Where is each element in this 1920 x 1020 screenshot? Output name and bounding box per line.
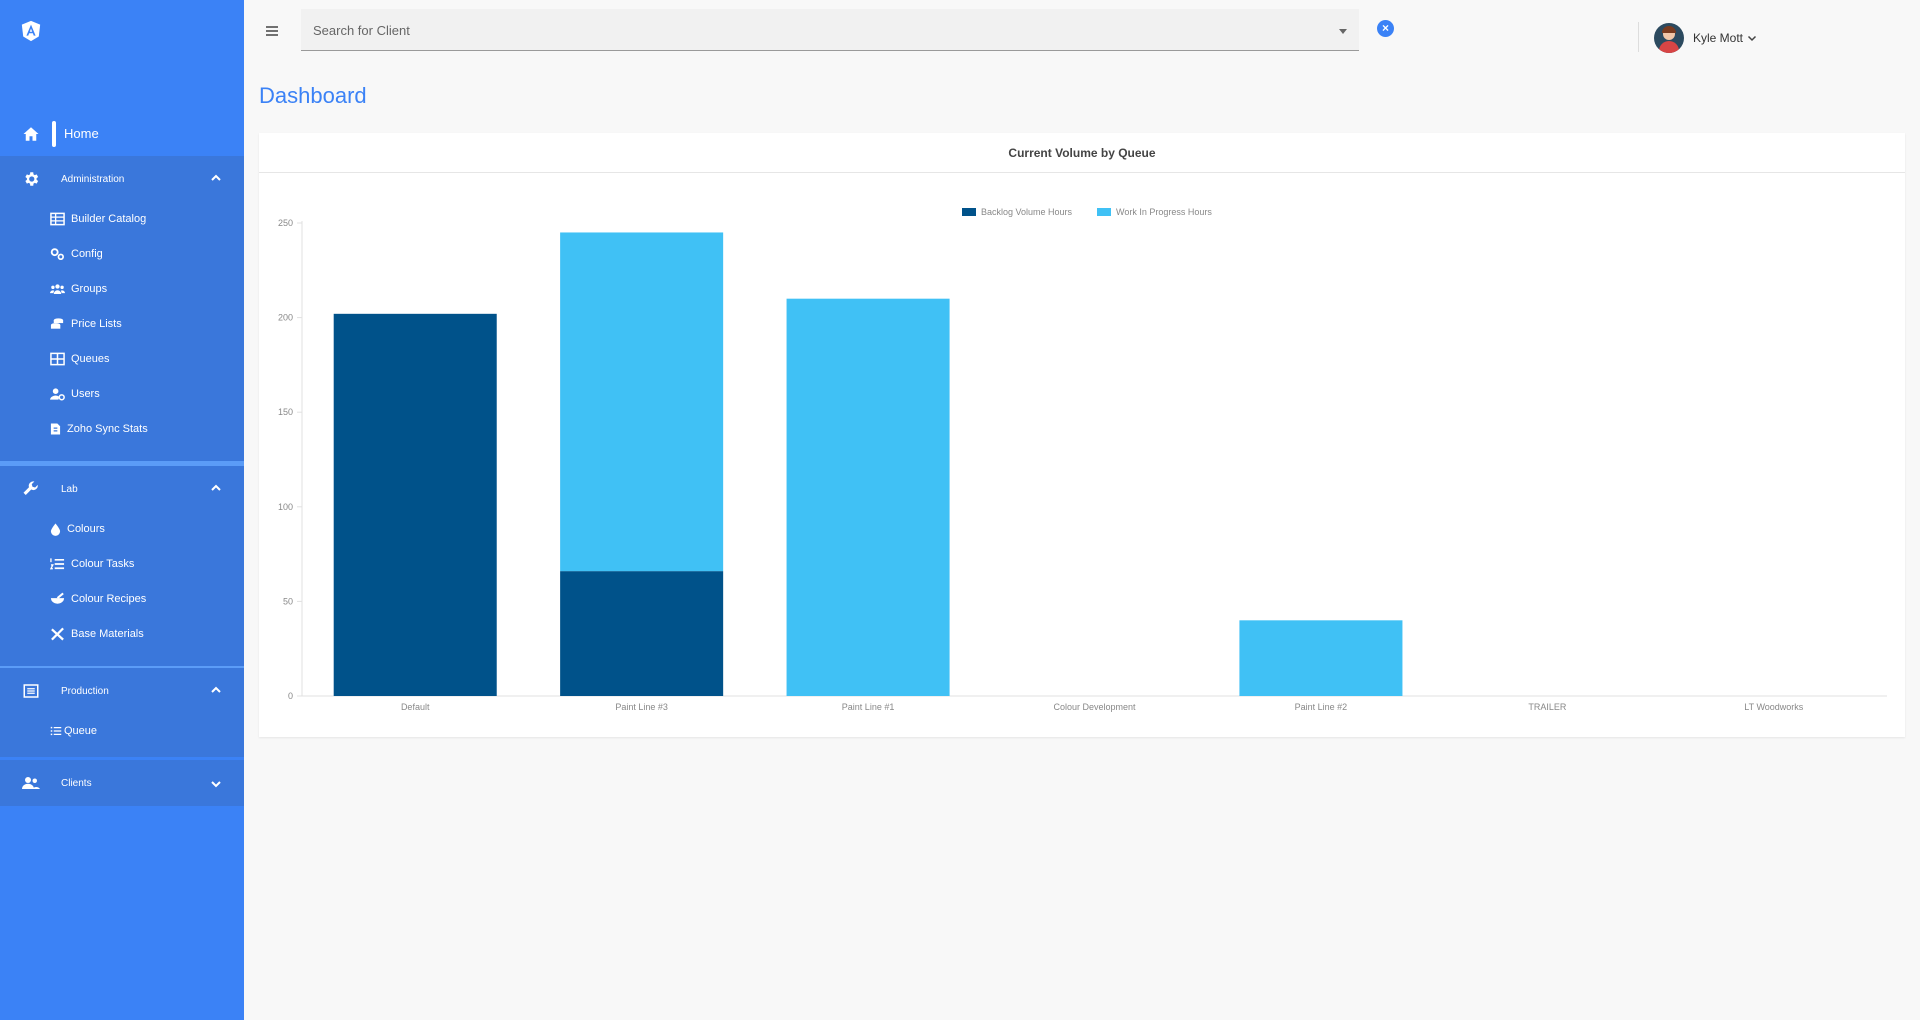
sidebar-item-colour-tasks[interactable]: Colour Tasks: [0, 547, 244, 582]
search-input[interactable]: [313, 19, 1293, 41]
bar-wip: [1239, 620, 1403, 696]
sidebar-item-label: Colour Tasks: [71, 558, 135, 570]
sidebar-section-label: Production: [61, 686, 109, 697]
sidebar-item-price-lists[interactable]: Price Lists: [0, 307, 244, 342]
active-indicator: [52, 121, 56, 147]
sidebar-section-header-production[interactable]: Production: [0, 668, 244, 714]
chevron-up-icon: [211, 686, 221, 693]
sidebar-section-lab: Lab Colours Colour Tasks Colour Recipes …: [0, 466, 244, 674]
bar-backlog: [560, 571, 724, 696]
bar-chart: 0 50 100 150 200 250 Default Paint Line #3 Paint…: [278, 207, 1887, 712]
sidebar-section-label: Lab: [61, 484, 78, 495]
grid-icon: [50, 352, 65, 366]
sidebar-section-header-administration[interactable]: Administration: [0, 156, 244, 202]
sidebar-section-production: Production Queue: [0, 668, 244, 757]
coins-icon: [50, 318, 64, 329]
bar-wip: [560, 232, 724, 572]
legend-label: Work In Progress Hours: [1116, 207, 1212, 217]
x-tick-label: LT Woodworks: [1744, 702, 1804, 712]
y-tick-label: 0: [288, 691, 293, 701]
sidebar-item-home[interactable]: Home: [0, 115, 244, 153]
tools-icon: [51, 627, 64, 641]
sidebar-item-label: Groups: [71, 283, 108, 295]
mortar-pestle-icon: [50, 592, 65, 604]
sidebar-item-label: Builder Catalog: [71, 213, 147, 225]
legend-label: Backlog Volume Hours: [981, 207, 1073, 217]
chevron-up-icon: [211, 174, 221, 181]
y-tick-label: 100: [278, 502, 293, 512]
sidebar-item-label: Queue: [64, 725, 98, 737]
user-cog-icon: [50, 388, 65, 401]
sidebar-item-label: Base Materials: [71, 628, 144, 640]
user-name: Kyle Mott: [1693, 31, 1744, 45]
chart-card: Current Volume by Queue 0 50 100 150 200 250 D…: [259, 133, 1905, 737]
x-tick-label: Default: [401, 702, 430, 712]
sidebar-item-config[interactable]: Config: [0, 237, 244, 272]
chevron-down-icon[interactable]: [1747, 33, 1757, 43]
sidebar-item-groups[interactable]: Groups: [0, 272, 244, 307]
home-icon: [23, 127, 39, 141]
sidebar-section-administration: Administration Builder Catalog Config Gr…: [0, 156, 244, 469]
x-tick-label: Paint Line #2: [1295, 702, 1348, 712]
sidebar-item-builder-catalog[interactable]: Builder Catalog: [0, 202, 244, 237]
page-title: Dashboard: [259, 83, 367, 108]
topbar-divider: [1638, 22, 1639, 52]
y-tick-label: 150: [278, 407, 293, 417]
sidebar-item-label: Config: [71, 248, 103, 260]
sidebar-item-label: Colour Recipes: [71, 593, 147, 605]
gear-icon: [25, 172, 39, 186]
legend-swatch: [1097, 208, 1111, 216]
legend-swatch: [962, 208, 976, 216]
sidebar-item-label: Users: [71, 388, 100, 400]
sidebar: Home Administration Builder Catalog Conf…: [0, 0, 244, 1020]
bar-backlog: [333, 313, 497, 696]
sidebar-item-label: Home: [64, 126, 99, 141]
angular-logo-icon[interactable]: [20, 20, 42, 42]
sidebar-item-queues[interactable]: Queues: [0, 342, 244, 377]
chevron-up-icon: [211, 484, 221, 491]
list-icon: [50, 726, 62, 736]
sidebar-section-header-clients[interactable]: Clients: [0, 760, 244, 806]
list-ol-icon: [50, 558, 65, 570]
sidebar-section-label: Administration: [61, 174, 125, 185]
bar-wip: [786, 298, 950, 696]
dropdown-caret-icon[interactable]: [1339, 29, 1347, 34]
wrench-icon: [23, 481, 38, 495]
sidebar-item-zoho-sync-stats[interactable]: Zoho Sync Stats: [0, 412, 244, 447]
x-tick-label: Paint Line #1: [842, 702, 895, 712]
sidebar-item-label: Zoho Sync Stats: [67, 423, 148, 435]
avatar[interactable]: [1654, 23, 1684, 53]
cogs-icon: [50, 248, 64, 260]
sidebar-item-queue[interactable]: Queue: [0, 714, 244, 749]
sidebar-item-colours[interactable]: Colours: [0, 512, 244, 547]
menu-toggle-icon[interactable]: [265, 25, 279, 37]
x-tick-label: TRAILER: [1528, 702, 1567, 712]
y-tick-label: 200: [278, 313, 293, 323]
x-tick-label: Colour Development: [1053, 702, 1136, 712]
file-invoice-icon: [50, 423, 61, 435]
client-search[interactable]: [301, 9, 1359, 51]
sidebar-item-label: Colours: [67, 523, 105, 535]
chevron-down-icon: [211, 781, 221, 788]
y-tick-label: 50: [283, 596, 293, 606]
drop-icon: [50, 523, 61, 536]
users-icon: [50, 284, 65, 294]
users-icon: [22, 777, 40, 789]
clear-search-button[interactable]: ×: [1377, 20, 1394, 37]
sidebar-section-header-lab[interactable]: Lab: [0, 466, 244, 512]
sidebar-item-label: Price Lists: [71, 318, 122, 330]
table-icon: [50, 212, 65, 226]
sidebar-section-clients: Clients: [0, 760, 244, 806]
user-menu[interactable]: Kyle Mott: [1654, 23, 1757, 53]
sidebar-item-label: Queues: [71, 353, 110, 365]
sidebar-item-colour-recipes[interactable]: Colour Recipes: [0, 582, 244, 617]
sidebar-section-label: Clients: [61, 778, 92, 789]
sidebar-item-base-materials[interactable]: Base Materials: [0, 617, 244, 652]
list-alt-icon: [23, 684, 39, 698]
x-tick-label: Paint Line #3: [615, 702, 668, 712]
y-tick-label: 250: [278, 218, 293, 228]
sidebar-item-users[interactable]: Users: [0, 377, 244, 412]
